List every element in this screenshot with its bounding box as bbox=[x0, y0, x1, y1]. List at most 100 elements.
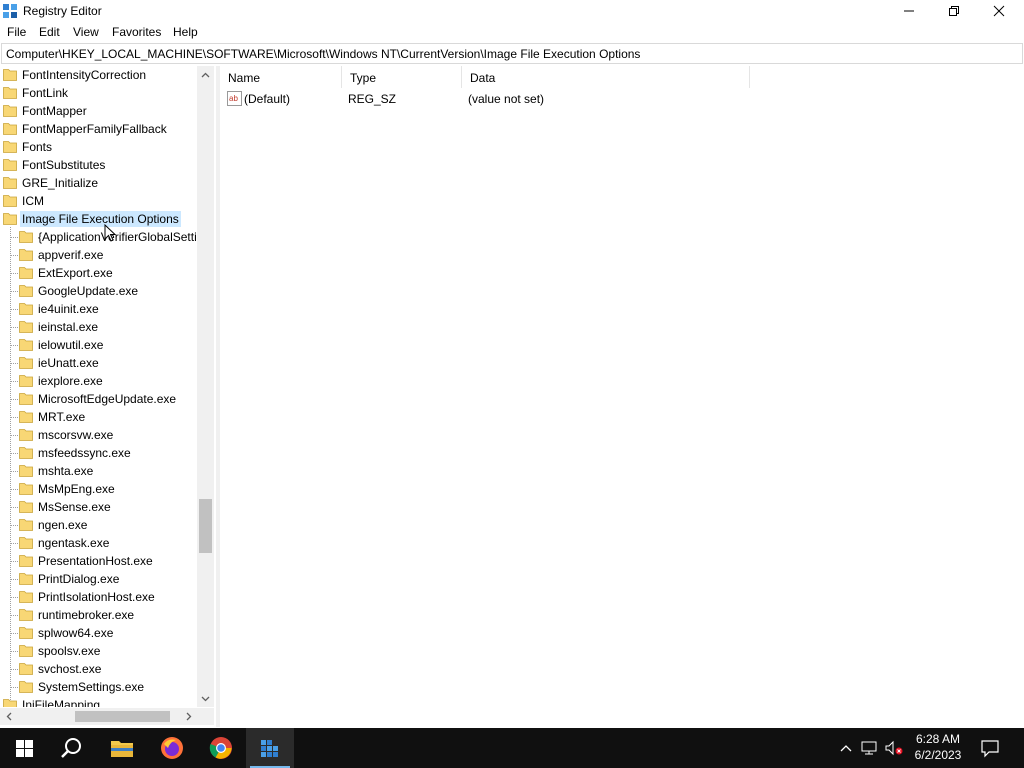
folder-icon bbox=[3, 213, 17, 225]
tree-item[interactable]: ngen.exe bbox=[0, 516, 197, 534]
tree-item-label: mshta.exe bbox=[38, 464, 94, 478]
network-icon bbox=[861, 741, 877, 755]
column-header-type[interactable]: Type bbox=[342, 66, 462, 88]
tree-item-label: FontSubstitutes bbox=[22, 158, 106, 172]
value-name: (Default) bbox=[244, 92, 291, 106]
restore-button[interactable] bbox=[931, 0, 976, 22]
file-explorer-button[interactable] bbox=[98, 728, 146, 768]
tree-item[interactable]: GoogleUpdate.exe bbox=[0, 282, 197, 300]
volume-button[interactable] bbox=[884, 738, 904, 758]
folder-icon bbox=[19, 627, 33, 639]
tree-item[interactable]: ie4uinit.exe bbox=[0, 300, 197, 318]
key-tree: FontIntensityCorrection FontLink FontMappe… bbox=[0, 66, 197, 707]
clock-time: 6:28 AM bbox=[915, 732, 961, 746]
tree-item[interactable]: PrintIsolationHost.exe bbox=[0, 588, 197, 606]
search-icon bbox=[61, 738, 81, 758]
menu-file[interactable]: File bbox=[7, 25, 26, 39]
tree-item[interactable]: FontIntensityCorrection bbox=[0, 66, 197, 84]
folder-icon bbox=[3, 141, 17, 153]
tree-item[interactable]: FontSubstitutes bbox=[0, 156, 197, 174]
svg-text:ab: ab bbox=[229, 94, 238, 103]
tree-item[interactable]: PrintDialog.exe bbox=[0, 570, 197, 588]
close-button[interactable] bbox=[976, 0, 1021, 22]
scroll-right-button[interactable] bbox=[180, 708, 197, 725]
volume-muted-icon bbox=[885, 740, 903, 756]
tree-item[interactable]: MicrosoftEdgeUpdate.exe bbox=[0, 390, 197, 408]
action-center-button[interactable] bbox=[980, 738, 1002, 758]
network-status-button[interactable] bbox=[860, 738, 880, 758]
tree-item[interactable]: ICM bbox=[0, 192, 197, 210]
regedit-taskbar-button[interactable] bbox=[246, 728, 294, 768]
tree-item[interactable]: GRE_Initialize bbox=[0, 174, 197, 192]
folder-icon bbox=[3, 177, 17, 189]
tree-connector-line bbox=[10, 327, 18, 328]
tree-item[interactable]: FontMapperFamilyFallback bbox=[0, 120, 197, 138]
column-header-data[interactable]: Data bbox=[462, 66, 750, 88]
tree-item[interactable]: ngentask.exe bbox=[0, 534, 197, 552]
folder-icon bbox=[3, 69, 17, 81]
tree-item[interactable]: ieUnatt.exe bbox=[0, 354, 197, 372]
tree-vertical-scrollbar[interactable] bbox=[197, 66, 214, 707]
value-type: REG_SZ bbox=[348, 92, 397, 106]
tree-horizontal-scrollbar[interactable] bbox=[0, 708, 197, 725]
tree-item[interactable]: PresentationHost.exe bbox=[0, 552, 197, 570]
folder-icon bbox=[19, 537, 33, 549]
tree-item[interactable]: Image File Execution Options bbox=[0, 210, 197, 228]
tree-item[interactable]: FontLink bbox=[0, 84, 197, 102]
tree-item[interactable]: iexplore.exe bbox=[0, 372, 197, 390]
tree-item[interactable]: MRT.exe bbox=[0, 408, 197, 426]
tree-item[interactable]: ieinstal.exe bbox=[0, 318, 197, 336]
folder-icon bbox=[19, 357, 33, 369]
address-bar[interactable]: Computer\HKEY_LOCAL_MACHINE\SOFTWARE\Mic… bbox=[1, 43, 1023, 64]
folder-icon bbox=[19, 609, 33, 621]
tree-item[interactable]: ExtExport.exe bbox=[0, 264, 197, 282]
key-tree-pane: FontIntensityCorrection FontLink FontMappe… bbox=[0, 66, 216, 727]
horizontal-scroll-thumb[interactable] bbox=[75, 711, 170, 722]
tree-item[interactable]: runtimebroker.exe bbox=[0, 606, 197, 624]
scroll-up-button[interactable] bbox=[197, 66, 214, 83]
tree-item-label: IniFileMapping bbox=[22, 698, 101, 707]
folder-icon bbox=[19, 285, 33, 297]
folder-icon bbox=[19, 339, 33, 351]
chrome-button[interactable] bbox=[197, 728, 245, 768]
menu-view[interactable]: View bbox=[73, 25, 99, 39]
tree-item[interactable]: mshta.exe bbox=[0, 462, 197, 480]
tree-item[interactable]: ielowutil.exe bbox=[0, 336, 197, 354]
tree-item-label: MicrosoftEdgeUpdate.exe bbox=[38, 392, 177, 406]
tree-item[interactable]: svchost.exe bbox=[0, 660, 197, 678]
tree-item[interactable]: SystemSettings.exe bbox=[0, 678, 197, 696]
folder-icon bbox=[19, 483, 33, 495]
show-hidden-icons-button[interactable] bbox=[836, 738, 856, 758]
tree-item[interactable]: MsMpEng.exe bbox=[0, 480, 197, 498]
tree-item[interactable]: FontMapper bbox=[0, 102, 197, 120]
folder-icon bbox=[19, 447, 33, 459]
tree-connector-line bbox=[10, 255, 18, 256]
value-row[interactable]: ab (Default) REG_SZ (value not set) bbox=[220, 90, 1024, 108]
scroll-left-button[interactable] bbox=[0, 708, 17, 725]
folder-icon bbox=[19, 573, 33, 585]
tree-item[interactable]: Fonts bbox=[0, 138, 197, 156]
menu-edit[interactable]: Edit bbox=[39, 25, 60, 39]
tree-item[interactable]: mscorsvw.exe bbox=[0, 426, 197, 444]
scroll-down-button[interactable] bbox=[197, 690, 214, 707]
tree-connector-line bbox=[10, 489, 18, 490]
tree-item[interactable]: MsSense.exe bbox=[0, 498, 197, 516]
tree-item[interactable]: spoolsv.exe bbox=[0, 642, 197, 660]
column-header-name[interactable]: Name bbox=[220, 66, 342, 88]
tree-item[interactable]: splwow64.exe bbox=[0, 624, 197, 642]
start-button[interactable] bbox=[0, 728, 48, 768]
taskbar-clock[interactable]: 6:28 AM 6/2/2023 bbox=[905, 731, 971, 763]
menu-favorites[interactable]: Favorites bbox=[112, 25, 161, 39]
tree-item[interactable]: {ApplicationVerifierGlobalSettings} bbox=[0, 228, 197, 246]
tree-item-label: GoogleUpdate.exe bbox=[38, 284, 139, 298]
taskbar: 6:28 AM 6/2/2023 bbox=[0, 728, 1024, 768]
column-header-label: Type bbox=[350, 71, 377, 85]
minimize-button[interactable] bbox=[886, 0, 931, 22]
menu-help[interactable]: Help bbox=[173, 25, 198, 39]
tree-item[interactable]: IniFileMapping bbox=[0, 696, 197, 707]
firefox-button[interactable] bbox=[148, 728, 196, 768]
tree-item[interactable]: msfeedssync.exe bbox=[0, 444, 197, 462]
tree-item[interactable]: appverif.exe bbox=[0, 246, 197, 264]
search-button[interactable] bbox=[48, 728, 96, 768]
vertical-scroll-thumb[interactable] bbox=[199, 499, 212, 553]
